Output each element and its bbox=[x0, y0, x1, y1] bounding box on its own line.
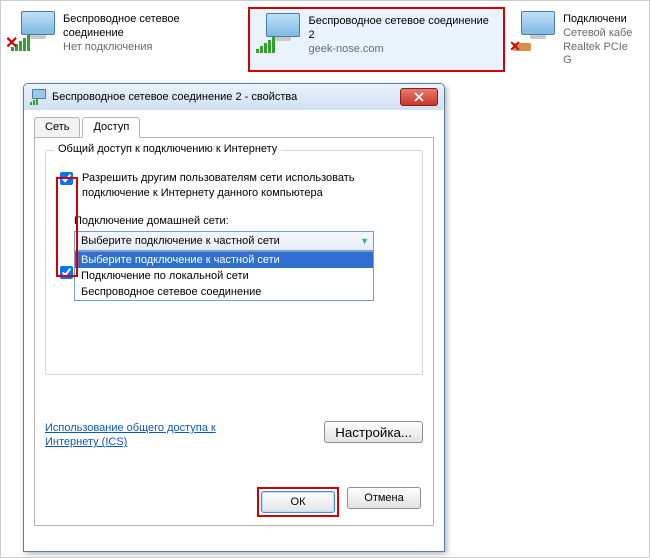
titlebar[interactable]: Беспроводное сетевое соединение 2 - свой… bbox=[24, 84, 444, 110]
dialog-title: Беспроводное сетевое соединение 2 - свой… bbox=[52, 91, 394, 103]
allow-sharing-checkbox-row[interactable]: Разрешить другим пользователям сети испо… bbox=[56, 171, 412, 201]
ethernet-icon: ✕ bbox=[511, 11, 555, 51]
connection-sub2: Realtek PCIe G bbox=[563, 41, 639, 69]
wireless-small-icon bbox=[30, 89, 46, 105]
select-value: Выберите подключение к частной сети bbox=[81, 235, 280, 247]
home-network-dropdown[interactable]: Выберите подключение к частной сети Подк… bbox=[74, 251, 374, 301]
internet-sharing-groupbox: Общий доступ к подключению к Интернету Р… bbox=[45, 150, 423, 375]
tab-strip: Сеть Доступ bbox=[34, 116, 434, 138]
connection-title: Беспроводное сетевое соединение bbox=[63, 13, 242, 41]
wireless-icon: ✕ bbox=[11, 11, 55, 51]
properties-dialog: Беспроводное сетевое соединение 2 - свой… bbox=[23, 83, 445, 552]
connection-title: Беспроводное сетевое соединение 2 bbox=[308, 15, 497, 43]
sharing-panel: Общий доступ к подключению к Интернету Р… bbox=[34, 138, 434, 526]
home-network-select[interactable]: Выберите подключение к частной сети ▼ bbox=[74, 231, 374, 251]
connection-sub1: Сетевой кабе bbox=[563, 27, 639, 41]
dropdown-option[interactable]: Подключение по локальной сети bbox=[75, 268, 373, 284]
dropdown-option[interactable]: Беспроводное сетевое соединение bbox=[75, 284, 373, 300]
connection-status: Нет подключения bbox=[63, 41, 242, 55]
dropdown-option[interactable]: Выберите подключение к частной сети bbox=[75, 252, 373, 268]
annotation-ok-highlight: ОК bbox=[257, 487, 339, 517]
allow-sharing-checkbox[interactable] bbox=[60, 172, 73, 185]
connection-title: Подключени bbox=[563, 13, 639, 27]
allow-sharing-label: Разрешить другим пользователям сети испо… bbox=[82, 171, 412, 201]
close-icon bbox=[414, 92, 424, 102]
ok-button[interactable]: ОК bbox=[261, 491, 335, 513]
close-button[interactable] bbox=[400, 88, 438, 106]
ics-help-link[interactable]: Использование общего доступа к Интернету… bbox=[45, 421, 225, 450]
wireless-icon bbox=[256, 13, 300, 53]
connection-item-2[interactable]: Беспроводное сетевое соединение 2 geek-n… bbox=[248, 7, 505, 72]
secondary-checkbox[interactable] bbox=[60, 266, 73, 279]
connection-item-3[interactable]: ✕ Подключени Сетевой кабе Realtek PCIe G bbox=[505, 7, 645, 72]
disconnected-x-icon: ✕ bbox=[509, 38, 521, 55]
connection-status: geek-nose.com bbox=[308, 43, 497, 57]
cancel-button[interactable]: Отмена bbox=[347, 487, 421, 509]
chevron-down-icon: ▼ bbox=[360, 236, 369, 246]
group-legend: Общий доступ к подключению к Интернету bbox=[54, 143, 281, 155]
settings-button[interactable]: Настройка... bbox=[324, 421, 423, 443]
home-network-label: Подключение домашней сети: bbox=[74, 215, 412, 227]
connection-item-1[interactable]: ✕ Беспроводное сетевое соединение Нет по… bbox=[5, 7, 248, 72]
secondary-checkbox-row[interactable] bbox=[56, 265, 76, 282]
disconnected-x-icon: ✕ bbox=[5, 33, 18, 53]
dialog-button-bar: ОК Отмена bbox=[257, 487, 421, 517]
tab-sharing[interactable]: Доступ bbox=[82, 117, 140, 138]
network-connections-strip: ✕ Беспроводное сетевое соединение Нет по… bbox=[1, 1, 649, 82]
tab-network[interactable]: Сеть bbox=[34, 117, 80, 137]
